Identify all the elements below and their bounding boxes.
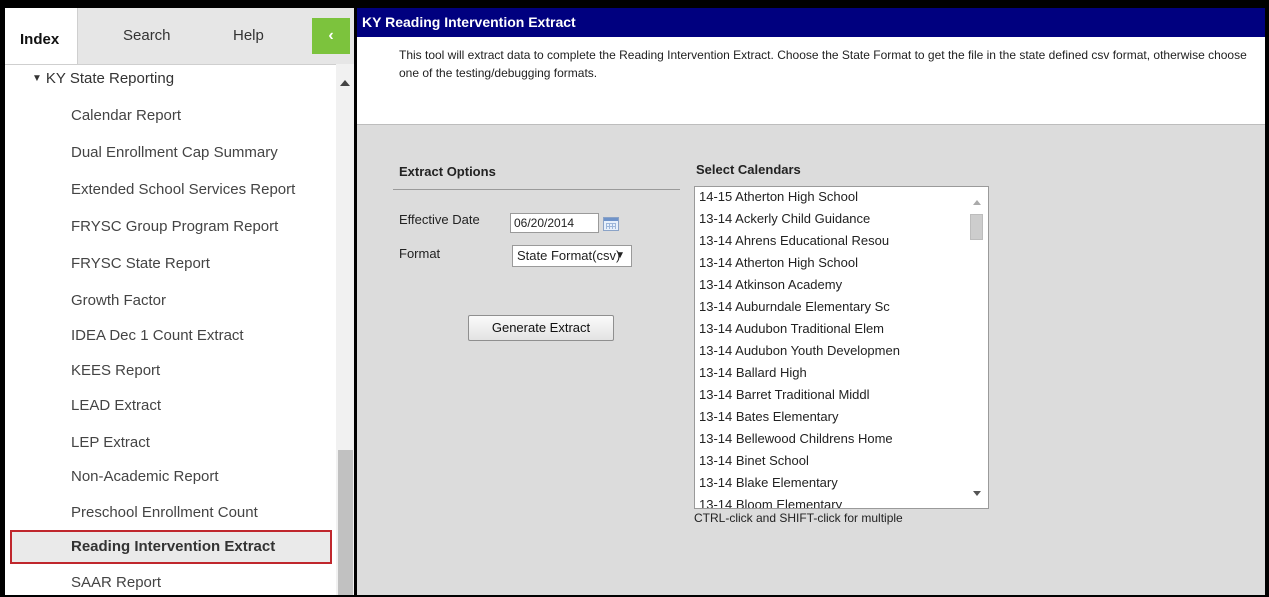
- dropdown-arrow-icon: ▼: [615, 250, 625, 261]
- tree-item[interactable]: SAAR Report: [71, 574, 161, 591]
- scroll-down-arrow-icon[interactable]: [973, 491, 981, 496]
- tree-folder-label: KY State Reporting: [45, 70, 175, 87]
- chevron-left-icon: ‹: [328, 27, 334, 44]
- tree-item[interactable]: FRYSC State Report: [71, 255, 210, 272]
- calendars-listbox[interactable]: 14-15 Atherton High School 13-14 Ackerly…: [694, 186, 989, 509]
- calendar-option[interactable]: 13-14 Atkinson Academy: [699, 277, 842, 292]
- scroll-up-arrow-icon[interactable]: [340, 80, 350, 86]
- page-title: KY Reading Intervention Extract: [357, 8, 1265, 37]
- tree-item[interactable]: Preschool Enrollment Count: [71, 504, 258, 521]
- calendar-option[interactable]: 13-14 Atherton High School: [699, 255, 858, 270]
- tree-item[interactable]: Dual Enrollment Cap Summary: [71, 144, 278, 161]
- calendar-option[interactable]: 13-14 Binet School: [699, 453, 809, 468]
- calendar-option[interactable]: 13-14 Auburndale Elementary Sc: [699, 299, 890, 314]
- calendar-option[interactable]: 13-14 Audubon Youth Developmen: [699, 343, 900, 358]
- tree-item[interactable]: LEAD Extract: [71, 397, 161, 414]
- tree-item[interactable]: FRYSC Group Program Report: [71, 218, 278, 235]
- tree-item[interactable]: Calendar Report: [71, 107, 181, 124]
- calendar-option[interactable]: 13-14 Ahrens Educational Resou: [699, 233, 889, 248]
- format-select[interactable]: State Format(csv) ▼: [512, 245, 632, 267]
- panel-tabs: Index Search Help ‹: [5, 8, 354, 65]
- effective-date-input[interactable]: 06/20/2014: [510, 213, 599, 233]
- extract-options-heading: Extract Options: [399, 164, 496, 179]
- caret-down-icon: ▼: [32, 73, 42, 84]
- tree-item[interactable]: LEP Extract: [71, 434, 150, 451]
- tree-item-selected[interactable]: Reading Intervention Extract: [10, 530, 332, 564]
- tree-item[interactable]: IDEA Dec 1 Count Extract: [71, 327, 244, 344]
- generate-extract-button[interactable]: Generate Extract: [468, 315, 614, 341]
- tab-index[interactable]: Index: [5, 8, 78, 64]
- tree-item[interactable]: Extended School Services Report: [71, 181, 295, 198]
- calendars-scrollbar[interactable]: [966, 187, 988, 508]
- calendar-icon[interactable]: [603, 217, 619, 231]
- main-content: KY Reading Intervention Extract This too…: [354, 8, 1265, 595]
- multi-select-hint: CTRL-click and SHIFT-click for multiple: [694, 511, 903, 525]
- tree-item[interactable]: Growth Factor: [71, 292, 166, 309]
- effective-date-label: Effective Date: [399, 212, 480, 227]
- tab-help[interactable]: Help: [233, 24, 264, 48]
- tab-search[interactable]: Search: [123, 24, 171, 48]
- calendar-option[interactable]: 13-14 Blake Elementary: [699, 475, 838, 490]
- index-panel: Index Search Help ‹ ▼ KY State Reporting …: [5, 8, 354, 595]
- format-selected-value: State Format(csv): [517, 248, 621, 263]
- select-calendars-heading: Select Calendars: [696, 162, 801, 177]
- calendar-option[interactable]: 13-14 Ackerly Child Guidance: [699, 211, 870, 226]
- calendar-option[interactable]: 13-14 Barret Traditional Middl: [699, 387, 870, 402]
- collapse-panel-button[interactable]: ‹: [312, 18, 350, 54]
- calendar-option[interactable]: 13-14 Audubon Traditional Elem: [699, 321, 884, 336]
- scroll-up-arrow-icon[interactable]: [973, 200, 981, 205]
- scroll-thumb[interactable]: [338, 450, 353, 595]
- tree-item[interactable]: Non-Academic Report: [71, 468, 219, 485]
- tree-item[interactable]: KEES Report: [71, 362, 160, 379]
- divider: [393, 189, 680, 190]
- index-scrollbar[interactable]: [336, 64, 354, 595]
- calendar-option[interactable]: 13-14 Bates Elementary: [699, 409, 838, 424]
- calendar-option[interactable]: 13-14 Ballard High: [699, 365, 807, 380]
- calendar-option[interactable]: 13-14 Bellewood Childrens Home: [699, 431, 893, 446]
- format-label: Format: [399, 246, 441, 261]
- scroll-thumb[interactable]: [970, 214, 983, 240]
- tool-description: This tool will extract data to complete …: [357, 37, 1265, 125]
- tree-folder-ky-state-reporting[interactable]: ▼ KY State Reporting: [32, 70, 174, 87]
- calendar-option[interactable]: 13-14 Bloom Elementary: [699, 497, 842, 508]
- index-tree: ▼ KY State Reporting Calendar Report Dual…: [5, 64, 335, 595]
- calendar-option[interactable]: 14-15 Atherton High School: [699, 189, 858, 204]
